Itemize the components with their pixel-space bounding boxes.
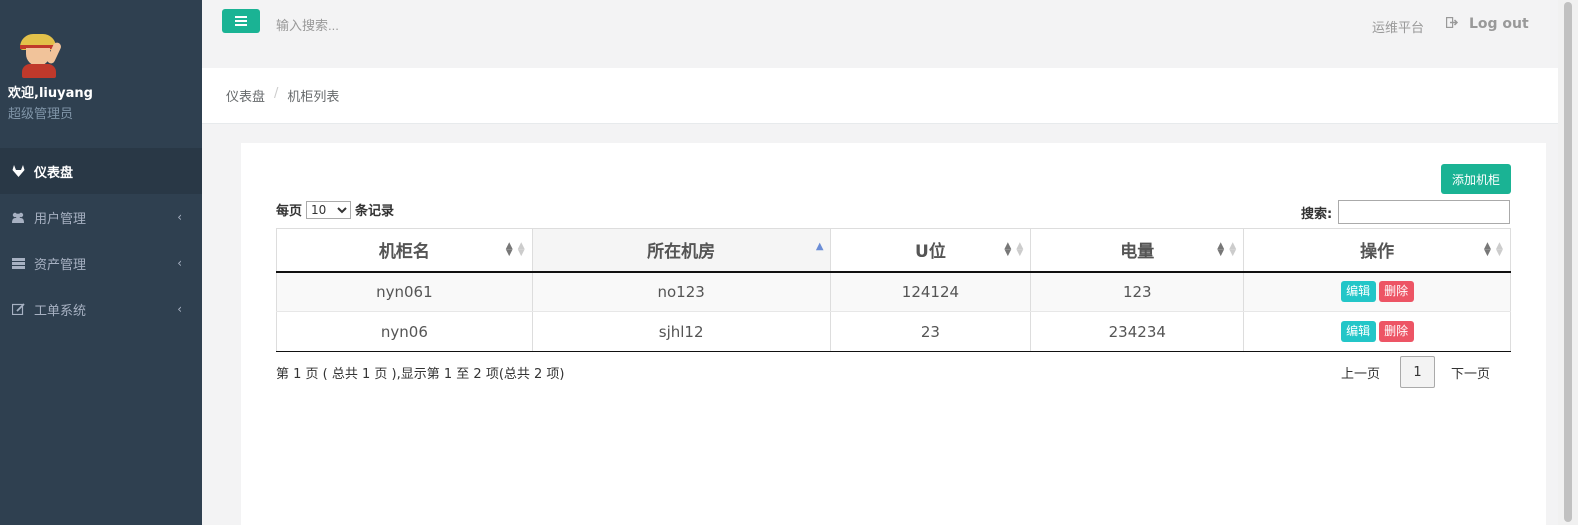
column-header-name[interactable]: 机柜名 ▲ ▼ ▲ ▼ (276, 228, 533, 273)
sort-icon: ▲ ▼ ▲ ▼ (1004, 241, 1024, 258)
users-icon (10, 210, 26, 224)
sidebar: 欢迎,liuyang 超级管理员 仪表盘 用户管理 ‹ 资产管理 ‹ 工单系统 … (0, 0, 202, 525)
next-page-button[interactable]: 下一页 (1451, 363, 1490, 382)
page-length-control: 每页 10 条记录 (276, 200, 394, 219)
sidebar-item-label: 仪表盘 (34, 165, 74, 181)
perpage-suffix: 条记录 (355, 204, 395, 219)
breadcrumb-separator: / (274, 86, 279, 101)
user-role: 超级管理员 (8, 107, 74, 122)
cell-power: 123 (1030, 271, 1245, 312)
edit-button[interactable]: 编辑 (1340, 281, 1376, 303)
add-cabinet-button[interactable]: 添加机柜 (1441, 164, 1511, 194)
column-header-power[interactable]: 电量 ▲ ▼ ▲ ▼ (1030, 228, 1245, 273)
column-header-room[interactable]: 所在机房 ▲ (531, 228, 831, 273)
table-search-input[interactable] (1338, 200, 1511, 224)
cell-u: 23 (829, 311, 1032, 352)
gitlab-icon (10, 164, 26, 178)
content-card: 添加机柜 每页 10 条记录 搜索: 机柜名 ▲ ▼ ▲ ▼ 所在机房 ▲ U位… (241, 143, 1546, 525)
page-length-select[interactable]: 10 (306, 200, 352, 219)
column-header-u[interactable]: U位 ▲ ▼ ▲ ▼ (829, 228, 1032, 273)
column-label: U位 (915, 242, 946, 263)
scrollbar-thumb[interactable] (1564, 2, 1572, 522)
sort-icon: ▲ ▼ ▲ ▼ (1217, 241, 1237, 258)
sidebar-item-label: 工单系统 (34, 303, 87, 319)
logout-button[interactable]: Log out (1446, 16, 1529, 32)
table-info: 第 1 页 ( 总共 1 页 ),显示第 1 至 2 项(总共 2 项) (276, 367, 565, 382)
avatar[interactable] (14, 30, 64, 78)
page-heading: 仪表盘 / 机柜列表 (202, 68, 1558, 124)
cabinet-table: 机柜名 ▲ ▼ ▲ ▼ 所在机房 ▲ U位 ▲ ▼ ▲ ▼ 电量 ▲ ▼ ▲ ▼ 操作 ▲ ▼ ▲ (276, 228, 1511, 352)
sidebar-item-tickets[interactable]: 工单系统 ‹ (0, 286, 202, 332)
logout-label: Log out (1469, 16, 1529, 32)
column-label: 机柜名 (378, 242, 430, 263)
edit-button[interactable]: 编辑 (1340, 321, 1376, 342)
chevron-left-icon: ‹ (177, 210, 182, 224)
top-search-input[interactable] (276, 16, 576, 34)
pagination: 上一页 1 下一页 (1341, 356, 1490, 388)
sort-icon: ▲ ▼ ▲ ▼ (505, 241, 525, 258)
table-row: nyn06 sjhl12 23 234234 编辑 删除 (276, 311, 1511, 352)
chevron-left-icon: ‹ (177, 256, 182, 270)
delete-button[interactable]: 删除 (1378, 321, 1414, 342)
top-navbar: 运维平台 Log out (202, 0, 1558, 68)
cell-name: nyn06 (276, 311, 533, 352)
bars-icon (235, 16, 247, 26)
prev-page-button[interactable]: 上一页 (1341, 363, 1380, 382)
sort-asc-icon: ▲ (815, 241, 824, 252)
sidebar-item-label: 用户管理 (34, 211, 87, 227)
cell-room: sjhl12 (531, 311, 831, 352)
server-icon (10, 256, 26, 270)
cell-actions: 编辑 删除 (1243, 271, 1511, 312)
sidebar-item-label: 资产管理 (34, 257, 87, 273)
page-scrollbar[interactable] (1558, 0, 1578, 525)
menu-toggle-button[interactable] (222, 9, 260, 33)
edit-icon (10, 302, 26, 316)
table-search-label: 搜索: (1301, 206, 1333, 222)
column-header-actions[interactable]: 操作 ▲ ▼ ▲ ▼ (1243, 228, 1511, 273)
delete-button[interactable]: 删除 (1378, 281, 1414, 303)
cell-actions: 编辑 删除 (1243, 311, 1511, 352)
sidebar-item-assets[interactable]: 资产管理 ‹ (0, 240, 202, 286)
sign-out-icon (1446, 17, 1459, 31)
cell-name: nyn061 (276, 271, 533, 312)
table-row: nyn061 no123 124124 123 编辑 删除 (276, 271, 1511, 312)
sidebar-item-users[interactable]: 用户管理 ‹ (0, 194, 202, 240)
cell-power: 234234 (1030, 311, 1245, 352)
column-label: 电量 (1120, 242, 1155, 263)
welcome-text: 欢迎,liuyang (8, 86, 93, 101)
breadcrumb: 仪表盘 / 机柜列表 (226, 86, 339, 105)
sort-icon: ▲ ▼ ▲ ▼ (1484, 241, 1503, 258)
cell-room: no123 (531, 271, 831, 312)
profile: 欢迎,liuyang 超级管理员 (0, 0, 202, 148)
page-button-current[interactable]: 1 (1400, 356, 1436, 388)
table-search: 搜索: (1301, 200, 1511, 224)
cell-u: 124124 (829, 271, 1032, 312)
column-label: 所在机房 (647, 242, 716, 263)
perpage-prefix: 每页 (276, 204, 303, 219)
breadcrumb-current: 机柜列表 (287, 90, 340, 105)
column-label: 操作 (1360, 242, 1395, 263)
sidebar-item-dashboard[interactable]: 仪表盘 (0, 148, 202, 194)
breadcrumb-home[interactable]: 仪表盘 (226, 86, 265, 105)
platform-link[interactable]: 运维平台 (1372, 17, 1424, 36)
chevron-left-icon: ‹ (177, 302, 182, 316)
